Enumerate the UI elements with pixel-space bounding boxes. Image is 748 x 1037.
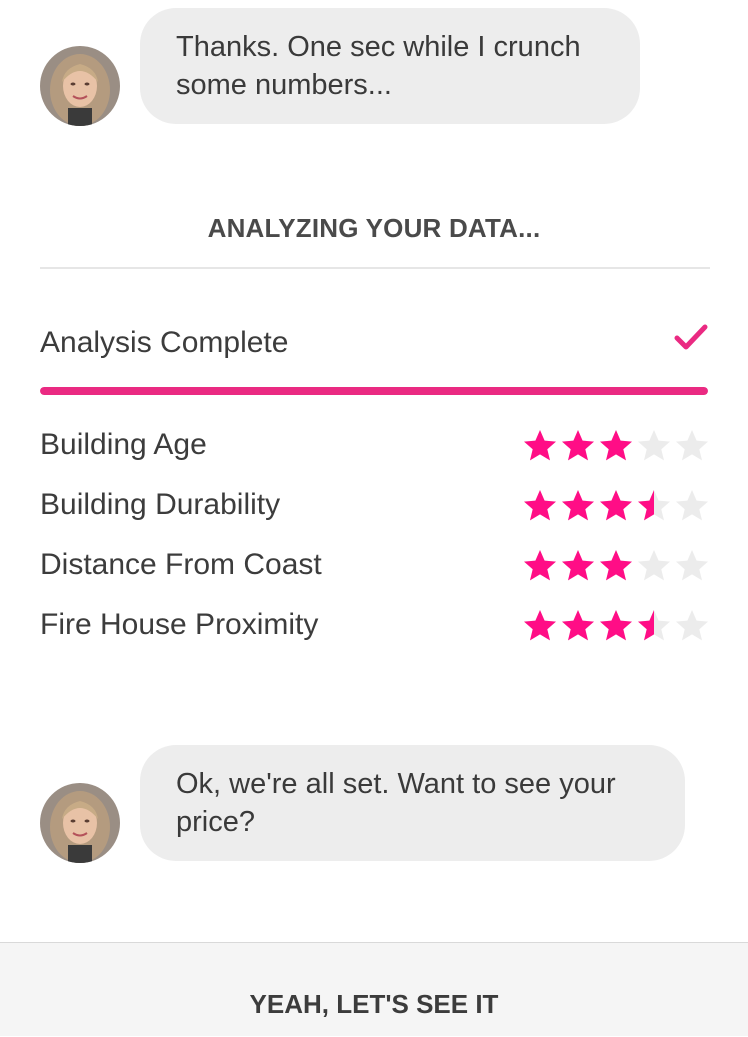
star-icon [562,550,594,581]
star-icon [676,610,708,641]
star-icon [524,610,556,641]
star-icon [676,430,708,461]
rating-label: Distance From Coast [40,548,322,581]
star-icon [600,550,632,581]
star-icon [562,610,594,641]
star-icon [638,490,670,521]
star-icon [600,610,632,641]
rating-label: Building Age [40,428,207,461]
rating-list: Building Age Building Durability Distance … [40,418,710,658]
star-icon [676,550,708,581]
star-rating [520,548,710,584]
rating-row: Distance From Coast [40,538,710,598]
star-icon [562,490,594,521]
agent-avatar [40,783,120,863]
star-icon [638,430,670,461]
divider [40,267,710,269]
chat-bubble: Thanks. One sec while I crunch some numb… [140,8,640,124]
star-rating [520,488,710,524]
agent-avatar [40,46,120,126]
star-icon [638,550,670,581]
rating-row: Fire House Proximity [40,598,710,658]
analysis-heading: ANALYZING YOUR DATA... [207,213,541,243]
analysis-progress-bar [40,387,708,395]
analysis-status: Analysis Complete [40,322,710,366]
star-icon [600,490,632,521]
footer-bar: YEAH, LET'S SEE IT [0,942,748,1036]
rating-row: Building Durability [40,478,710,538]
star-icon [524,430,556,461]
rating-label: Fire House Proximity [40,608,319,641]
see-price-button[interactable]: YEAH, LET'S SEE IT [0,943,748,1037]
star-icon [676,490,708,521]
rating-row: Building Age [40,418,710,478]
chat-message: Thanks. One sec while I crunch some numb… [0,8,748,128]
star-rating [520,608,710,644]
star-icon [562,430,594,461]
star-icon [638,610,670,641]
star-rating [520,428,710,464]
chat-bubble: Ok, we're all set. Want to see your pric… [140,745,685,861]
check-icon [674,322,708,352]
analysis-progress-fill [40,387,708,395]
analysis-status-label: Analysis Complete [40,326,289,359]
star-icon [524,490,556,521]
star-icon [524,550,556,581]
chat-message: Ok, we're all set. Want to see your pric… [0,745,748,865]
rating-label: Building Durability [40,488,281,521]
star-icon [600,430,632,461]
